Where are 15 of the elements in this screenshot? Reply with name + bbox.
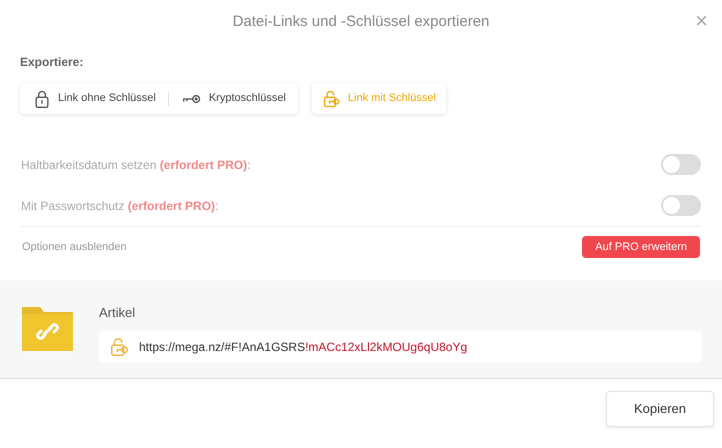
dialog-title: Datei-Links und -Schlüssel exportieren [232,12,490,32]
upgrade-button[interactable]: Auf PRO erweitern [582,236,700,258]
export-option-tab[interactable]: Link ohne Schlüssel [32,88,156,108]
toggle-switch[interactable] [661,154,701,175]
link-field[interactable]: https://mega.nz/#F!AnA1GSRS!mACc12xLl2kMOUg6qU8oYg [99,330,702,362]
copy-button[interactable]: Kopieren [606,391,714,427]
section-label: Exportiere: [19,54,84,71]
item-name: Artikel [99,304,136,322]
folder-link-icon [20,305,75,353]
export-option-tab[interactable]: Kryptoschlüssel [180,88,286,108]
option-label: Haltbarkeitsdatum setzen (erfordert PRO): [21,156,250,174]
padlock-key-icon [322,88,342,108]
toggle-switch[interactable] [661,195,701,216]
option-label: Mit Passwortschutz (erfordert PRO): [21,198,218,214]
padlock-key-icon [109,336,131,358]
